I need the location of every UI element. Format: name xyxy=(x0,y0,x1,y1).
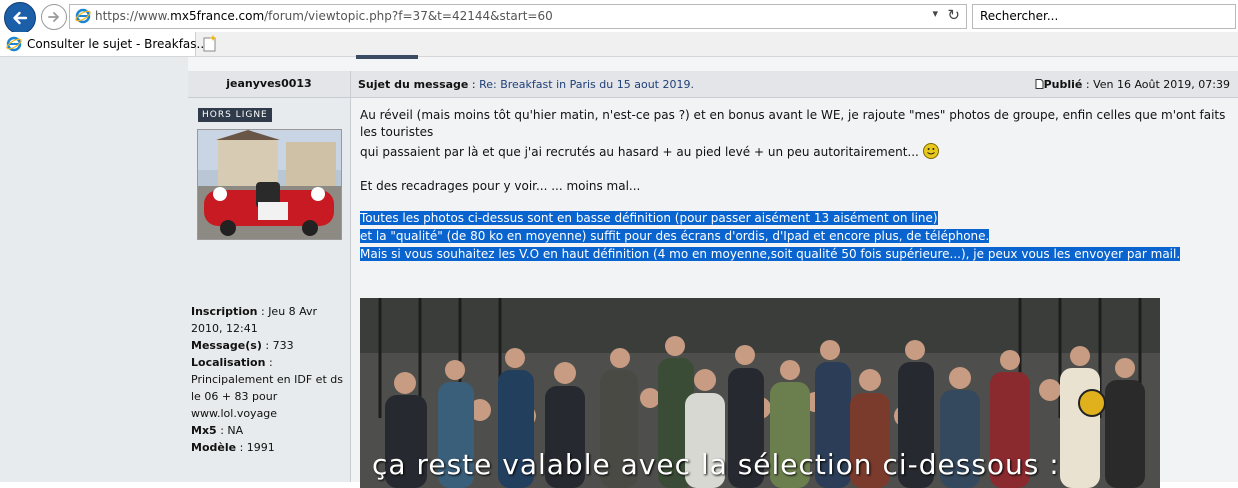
profile-info: Inscription : Jeu 8 Avr 2010, 12:41 Mess… xyxy=(191,303,346,456)
post-text-line: Toutes les photos ci-dessus sont en bass… xyxy=(360,211,938,225)
dropdown-icon[interactable]: ▾ xyxy=(932,7,938,20)
selected-text: Toutes les photos ci-dessus sont en bass… xyxy=(360,211,938,225)
top-strip xyxy=(188,55,1238,72)
url-text: https://www.mx5france.com/forum/viewtopi… xyxy=(95,9,553,23)
forward-button[interactable] xyxy=(41,4,67,30)
avatar xyxy=(197,129,342,240)
selected-text: Mais si vous souhaitez les V.O en haut d… xyxy=(360,247,1181,261)
post-text-line: Mais si vous souhaitez les V.O en haut d… xyxy=(360,247,1181,261)
forward-arrow-icon xyxy=(48,12,60,22)
url-field[interactable]: https://www.mx5france.com/forum/viewtopi… xyxy=(69,4,967,29)
post-text-line: les touristes xyxy=(360,125,434,139)
subject-link[interactable]: Re: Breakfast in Paris du 15 aout 2019. xyxy=(479,78,694,91)
post-icon[interactable] xyxy=(1035,79,1044,89)
post-text-line: Au réveil (mais moins tôt qu'hier matin,… xyxy=(360,108,1226,122)
forum-page: jeanyves0013 Sujet du message : Re: Brea… xyxy=(0,55,1238,488)
ie-logo-icon xyxy=(6,36,22,52)
post-text-line: Et des recadrages pour y voir... ... moi… xyxy=(360,179,641,193)
tab-title: Consulter le sujet - Breakfas... xyxy=(27,37,208,51)
profile-localisation: Localisation : Principalement en IDF et … xyxy=(191,356,343,420)
photo-caption: ça reste valable avec la sélection ci-de… xyxy=(372,448,1060,481)
post-author[interactable]: jeanyves0013 xyxy=(188,71,351,97)
search-input[interactable]: Rechercher... xyxy=(972,4,1236,29)
tab-indicator xyxy=(356,55,418,59)
post-body: Au réveil (mais moins tôt qu'hier matin,… xyxy=(351,98,1238,488)
refresh-icon[interactable]: ↻ xyxy=(947,6,960,24)
post-date: Publié : Ven 16 Août 2019, 07:39 xyxy=(1035,78,1230,91)
smiley-icon xyxy=(922,143,939,159)
tab-active[interactable]: Consulter le sujet - Breakfas... xyxy=(0,32,208,56)
post-subject: Sujet du message : Re: Breakfast in Pari… xyxy=(358,78,694,91)
page-margin xyxy=(0,57,188,482)
group-photo: ça reste valable avec la sélection ci-de… xyxy=(360,298,1160,488)
profile-modele: Modèle : 1991 xyxy=(191,441,275,454)
back-arrow-icon xyxy=(13,11,28,25)
new-tab-icon xyxy=(203,35,216,52)
ie-logo-icon xyxy=(75,8,91,24)
post-text-line: et la "qualité" (de 80 ko en moyenne) su… xyxy=(360,229,990,243)
post-text-line: qui passaient par là et que j'ai recruté… xyxy=(360,143,939,159)
selected-text: et la "qualité" (de 80 ko en moyenne) su… xyxy=(360,229,990,243)
search-placeholder: Rechercher... xyxy=(980,9,1059,23)
author-profile: HORS LIGNE Inscription : Jeu 8 Avr 2010,… xyxy=(188,98,351,482)
address-bar-row: https://www.mx5france.com/forum/viewtopi… xyxy=(0,0,1238,34)
tab-bar: Consulter le sujet - Breakfas... xyxy=(0,32,1238,57)
new-tab-button[interactable] xyxy=(200,34,220,54)
profile-inscription: Inscription : Jeu 8 Avr 2010, 12:41 xyxy=(191,305,318,335)
profile-messages: Message(s) : 733 xyxy=(191,339,294,352)
back-button[interactable] xyxy=(4,2,36,34)
status-badge: HORS LIGNE xyxy=(198,108,272,122)
profile-mx5: Mx5 : NA xyxy=(191,424,244,437)
